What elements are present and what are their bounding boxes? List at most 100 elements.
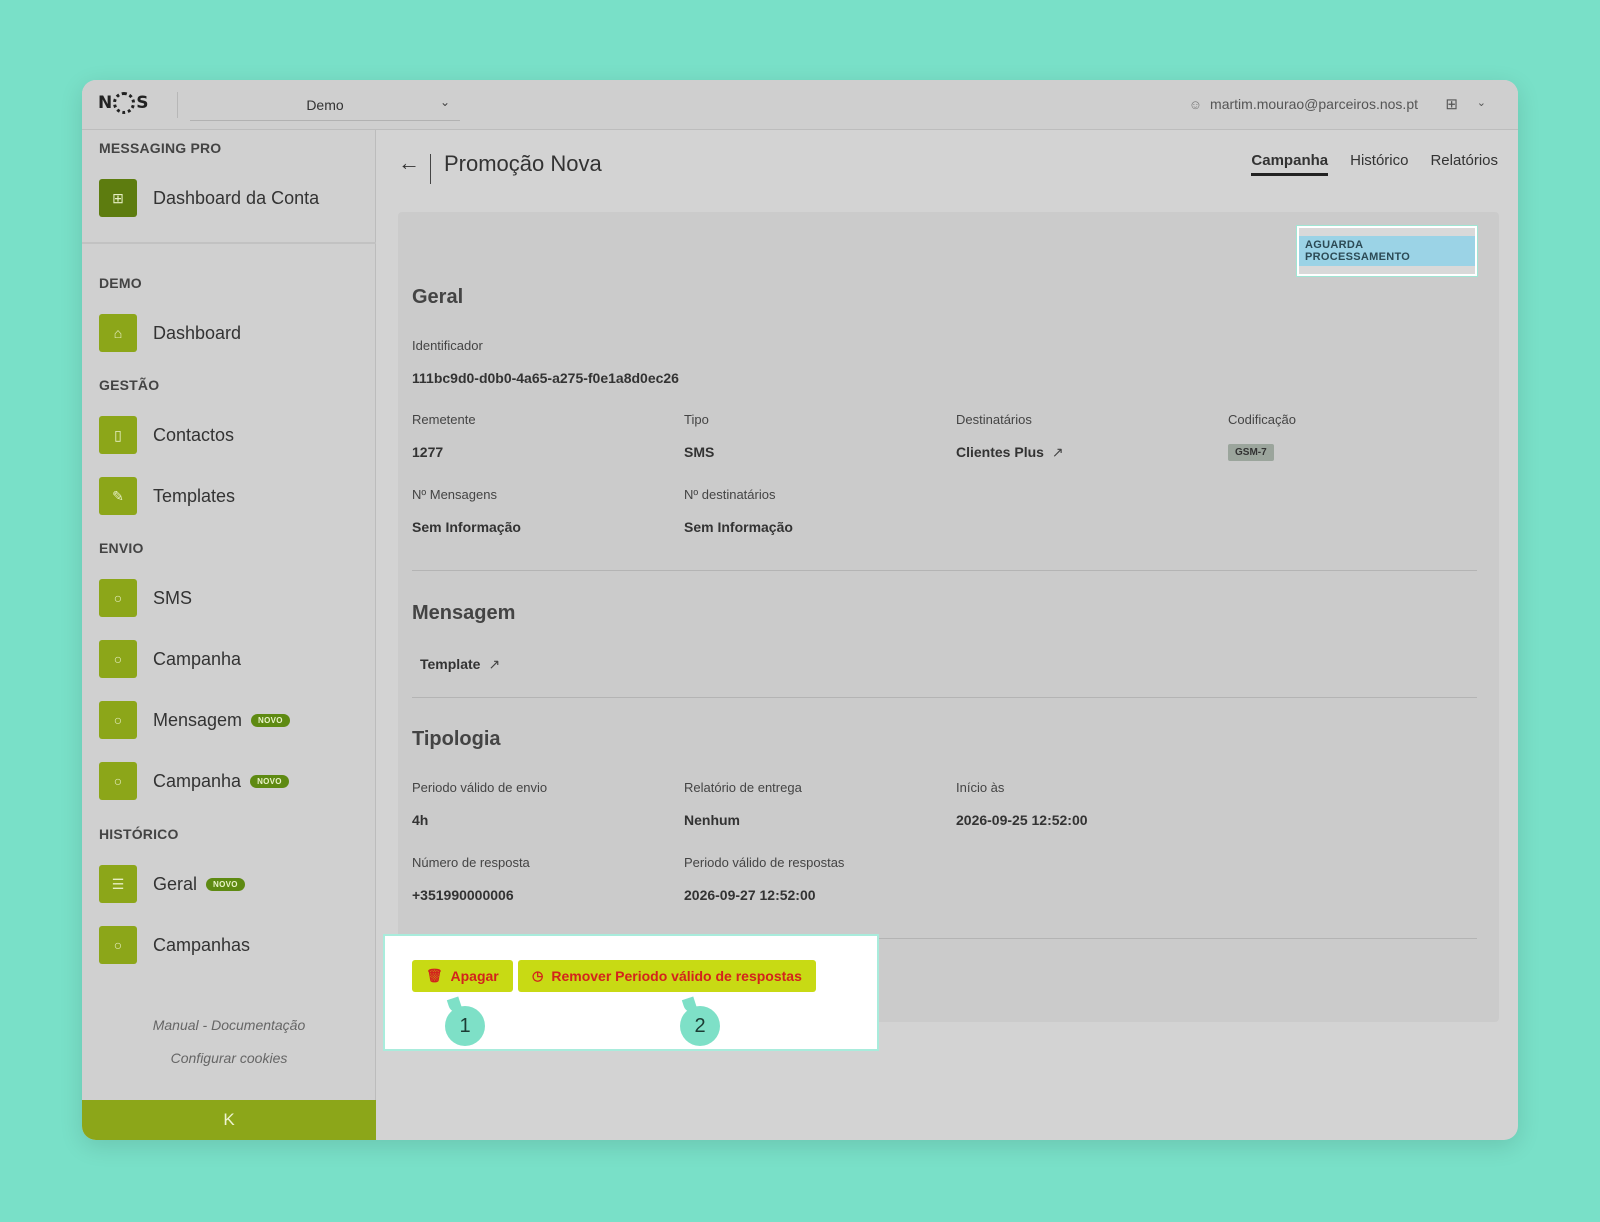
sidebar-item-sms[interactable]: ○ SMS [99, 579, 192, 617]
tab-relatorios[interactable]: Relatórios [1430, 152, 1498, 176]
sidebar-item-templates[interactable]: ✎ Templates [99, 477, 235, 515]
back-arrow-icon[interactable]: ← [398, 150, 420, 176]
remetente-value: 1277 [412, 444, 444, 460]
chat-bubble-icon: ○ [99, 579, 137, 617]
collapse-sidebar-button[interactable]: K [82, 1100, 376, 1140]
section-divider [412, 570, 1477, 571]
section-messaging-pro: MESSAGING PRO [99, 140, 222, 156]
logo-letter-n: N [98, 93, 113, 113]
sidebar-item-campanha-novo[interactable]: ○ Campanha NOVO [99, 762, 289, 800]
user-icon: ☺ [1188, 96, 1203, 112]
section-envio: ENVIO [99, 540, 144, 556]
n-mensagens-label: Nº Mensagens [412, 487, 497, 502]
callout-marker-number: 2 [694, 1014, 706, 1037]
n-mensagens-value: Sem Informação [412, 519, 521, 535]
template-link-label: Template [420, 656, 481, 672]
section-heading-geral: Geral [412, 286, 464, 308]
n-destinatarios-value: Sem Informação [684, 519, 793, 535]
apagar-button[interactable]: 🗑 Apagar [412, 960, 513, 992]
timer-icon: ◷ [532, 968, 544, 983]
callout-marker-1: 1 [445, 1006, 485, 1046]
sidebar-item-dashboard-conta[interactable]: ⊞ Dashboard da Conta [99, 179, 319, 217]
campaign-history-icon: ○ [99, 926, 137, 964]
tab-campanha[interactable]: Campanha [1251, 152, 1329, 176]
home-icon: ⌂ [99, 314, 137, 352]
callout-marker-2: 2 [680, 1006, 720, 1046]
chevron-down-icon[interactable]: ⌄ [1477, 96, 1486, 109]
inicio-label: Início às [956, 780, 1005, 795]
section-historico: HISTÓRICO [99, 826, 179, 842]
chevron-down-icon: ⌄ [439, 95, 450, 109]
user-email: martim.mourao@parceiros.nos.pt [1210, 96, 1418, 112]
destinatarios-label: Destinatários [956, 412, 1032, 427]
periodo-envio-label: Periodo válido de envio [412, 780, 548, 795]
novo-badge: NOVO [251, 713, 290, 727]
sidebar-item-label: Templates [153, 485, 236, 506]
sidebar-item-mensagem[interactable]: ○ Mensagem NOVO [99, 701, 290, 739]
sidebar-item-label: Campanha [153, 770, 242, 791]
sidebar-item-label: Dashboard [153, 322, 242, 343]
chat-bubble-icon: ○ [99, 701, 137, 739]
sidebar-item-label: Geral [153, 873, 198, 894]
sidebar: MESSAGING PRO ⊞ Dashboard da Conta DEMO … [82, 130, 376, 1140]
title-divider [430, 154, 431, 184]
sidebar-divider [82, 242, 376, 244]
campaign-chat-icon: ○ [99, 640, 137, 678]
grid-icon: ⊞ [99, 179, 137, 217]
relatorio-value: Nenhum [684, 812, 740, 828]
destinatarios-value: Clientes Plus [956, 444, 1044, 460]
organization-select[interactable]: Demo ⌄ [190, 89, 460, 121]
sidebar-item-campanhas[interactable]: ○ Campanhas [99, 926, 250, 964]
external-link-icon: ↗ [488, 656, 501, 672]
codificacao-badge: GSM-7 [1228, 444, 1274, 461]
sidebar-item-label: Dashboard da Conta [153, 187, 320, 208]
periodo-envio-value: 4h [412, 812, 429, 828]
apagar-button-label: Apagar [450, 968, 499, 984]
campaign-details-card: AGUARDA PROCESSAMENTO Geral Identificado… [398, 212, 1499, 1022]
user-menu[interactable]: ☺ martim.mourao@parceiros.nos.pt [1189, 96, 1418, 112]
n-destinatarios-label: Nº destinatários [684, 487, 776, 502]
status-highlight: AGUARDA PROCESSAMENTO [1296, 225, 1478, 277]
destinatarios-link[interactable]: Clientes Plus ↗ [956, 444, 1064, 461]
nos-logo[interactable]: N S [98, 92, 148, 114]
inicio-value: 2026-09-25 12:52:00 [956, 812, 1088, 828]
page-title: Promoção Nova [444, 151, 602, 176]
sidebar-item-geral[interactable]: ☰ Geral NOVO [99, 865, 245, 903]
logo-divider [177, 92, 178, 118]
section-heading-mensagem: Mensagem [412, 602, 516, 624]
sidebar-item-campanha[interactable]: ○ Campanha [99, 640, 241, 678]
tipo-label: Tipo [684, 412, 709, 427]
numero-resposta-value: +351990000006 [412, 887, 514, 903]
organization-select-value: Demo [306, 96, 344, 113]
apps-grid-icon[interactable]: ⊞ [1445, 95, 1458, 113]
chat-bubble-icon: ○ [99, 762, 137, 800]
novo-badge: NOVO [206, 877, 245, 891]
sidebar-item-label: Campanhas [153, 934, 251, 955]
sidebar-item-label: SMS [153, 587, 193, 608]
section-gestao: GESTÃO [99, 377, 160, 393]
logo-letter-s: S [136, 93, 149, 113]
trash-icon: 🗑 [426, 968, 443, 983]
periodo-respostas-value: 2026-09-27 12:52:00 [684, 887, 816, 903]
codificacao-label: Codificação [1228, 412, 1296, 427]
remover-periodo-button[interactable]: ◷ Remover Periodo válido de respostas [518, 960, 816, 992]
page-tabs: Campanha Histórico Relatórios [1251, 152, 1498, 176]
numero-resposta-label: Número de resposta [412, 855, 530, 870]
novo-badge: NOVO [250, 774, 289, 788]
template-link[interactable]: Template ↗ [420, 656, 500, 673]
callout-marker-number: 1 [459, 1014, 471, 1037]
section-demo: DEMO [99, 275, 142, 291]
tipo-value: SMS [684, 444, 715, 460]
remetente-label: Remetente [412, 412, 476, 427]
remover-periodo-button-label: Remover Periodo válido de respostas [551, 968, 802, 984]
database-icon: ☰ [99, 865, 137, 903]
sidebar-item-contactos[interactable]: ▯ Contactos [99, 416, 234, 454]
cookies-link[interactable]: Configurar cookies [82, 1050, 376, 1066]
identificador-value: 111bc9d0-d0b0-4a65-a275-f0e1a8d0ec26 [412, 370, 679, 386]
manual-link[interactable]: Manual - Documentação [82, 1017, 376, 1033]
sidebar-item-dashboard[interactable]: ⌂ Dashboard [99, 314, 241, 352]
template-icon: ✎ [99, 477, 137, 515]
sidebar-item-label: Campanha [153, 648, 242, 669]
tab-historico[interactable]: Histórico [1350, 152, 1408, 176]
identificador-label: Identificador [412, 338, 483, 353]
